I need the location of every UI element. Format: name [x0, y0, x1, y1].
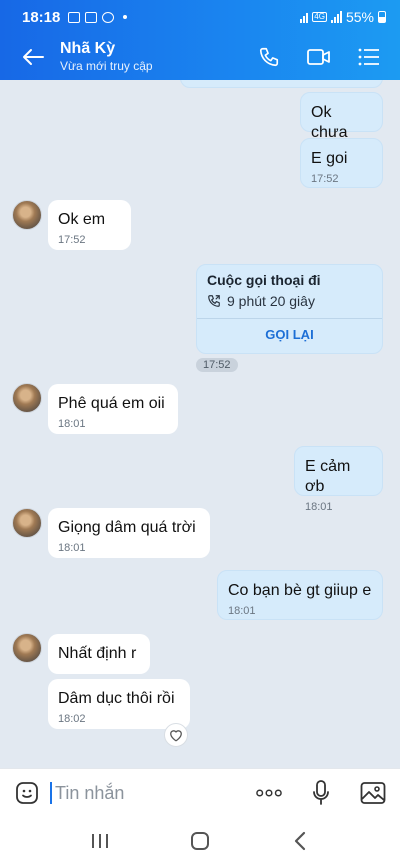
message-text: Ok chưa — [311, 104, 348, 141]
notification-icons — [68, 11, 128, 23]
message-text: Co bạn bè gt giiup e — [228, 582, 372, 599]
menu-list-icon[interactable] — [356, 44, 382, 70]
message-bubble[interactable]: Nhất định r — [48, 634, 150, 674]
message-time: 18:01 — [58, 542, 86, 554]
message-text: Ok em — [58, 211, 106, 228]
battery-icon — [378, 11, 386, 23]
message-bubble[interactable]: Giọng dâm quá trời 18:01 — [48, 508, 210, 558]
video-call-icon[interactable] — [306, 44, 332, 70]
message-text: E cảm ơb — [305, 458, 351, 495]
message-text: Nhất định r — [58, 645, 137, 662]
chat-header: Nhã Kỳ Vừa mới truy cập — [0, 34, 400, 80]
status-right: 4G 55% — [300, 9, 386, 25]
message-input[interactable]: Tin nhắn — [50, 781, 210, 804]
nav-back-icon[interactable] — [285, 826, 315, 856]
cell-signal-icon — [330, 11, 342, 23]
wifi-signal-icon — [300, 11, 309, 23]
header-actions — [256, 44, 382, 70]
call-title: Cuộc gọi thoại đi — [207, 272, 321, 288]
top-bar: 18:18 4G 55% Nhã Kỳ Vừa mới truy cập — [0, 0, 400, 80]
gallery-icon — [68, 11, 81, 23]
message-time: 18:02 — [58, 713, 86, 725]
message-bubble[interactable]: Phê quá em oii 18:01 — [48, 384, 178, 434]
system-nav-bar — [0, 816, 400, 866]
more-notifications-icon — [123, 15, 128, 19]
network-badge: 4G — [312, 12, 327, 22]
message-time: 18:01 — [305, 501, 333, 513]
message-time: 18:01 — [228, 605, 256, 617]
phone-icon[interactable] — [256, 44, 282, 70]
image-icon[interactable] — [360, 780, 386, 806]
youtube-icon — [85, 11, 98, 23]
home-icon[interactable] — [185, 826, 215, 856]
message-bubble[interactable]: E cảm ơb 18:01 — [294, 446, 383, 513]
message-partial-top[interactable] — [180, 80, 383, 88]
contact-avatar[interactable] — [12, 633, 42, 663]
call-card[interactable]: Cuộc gọi thoại đi 9 phút 20 giây GỌI LẠI — [196, 264, 383, 354]
contact-avatar[interactable] — [12, 200, 42, 230]
message-bubble[interactable]: E goi 17:52 — [300, 138, 383, 188]
message-text: Giọng dâm quá trời — [58, 519, 196, 536]
heart-react-icon[interactable] — [164, 723, 188, 747]
message-text: Phê quá em oii — [58, 395, 165, 412]
message-time: 18:01 — [58, 418, 86, 430]
contact-avatar[interactable] — [12, 508, 42, 538]
message-time: 17:52 — [58, 234, 86, 246]
status-bar: 18:18 4G 55% — [0, 0, 400, 34]
message-time: 17:52 — [311, 173, 339, 185]
message-text: Dâm dục thôi rồi — [58, 690, 175, 707]
outgoing-call-icon — [208, 295, 220, 307]
call-time-badge: 17:52 — [196, 358, 238, 372]
contact-title[interactable]: Nhã Kỳ Vừa mới truy cập — [60, 40, 153, 74]
recent-apps-icon[interactable] — [85, 826, 115, 856]
back-arrow-icon[interactable] — [18, 42, 48, 72]
message-bubble[interactable]: Ok chưa — [300, 92, 383, 141]
microphone-icon[interactable] — [308, 779, 334, 806]
message-bubble[interactable]: Ok em 17:52 — [48, 200, 131, 250]
status-time: 18:18 — [22, 8, 61, 26]
emoji-sticker-icon[interactable] — [14, 780, 40, 806]
message-bubble[interactable]: Co bạn bè gt giiup e 18:01 — [217, 570, 383, 620]
callback-button[interactable]: GỌI LẠI — [197, 327, 382, 342]
call-divider — [197, 318, 382, 319]
call-duration-row: 9 phút 20 giây — [207, 293, 315, 309]
call-duration: 9 phút 20 giây — [227, 293, 315, 309]
battery-percent: 55% — [345, 9, 374, 25]
message-bubble[interactable]: Dâm dục thôi rồi 18:02 — [48, 679, 190, 729]
message-text: E goi — [311, 150, 348, 167]
more-options-icon[interactable] — [256, 780, 282, 806]
messenger-icon — [102, 11, 115, 23]
contact-avatar[interactable] — [12, 383, 42, 413]
contact-name: Nhã Kỳ — [60, 40, 116, 57]
message-composer: Tin nhắn — [0, 768, 400, 816]
composer-tools — [256, 779, 386, 806]
contact-status: Vừa mới truy cập — [60, 59, 153, 73]
